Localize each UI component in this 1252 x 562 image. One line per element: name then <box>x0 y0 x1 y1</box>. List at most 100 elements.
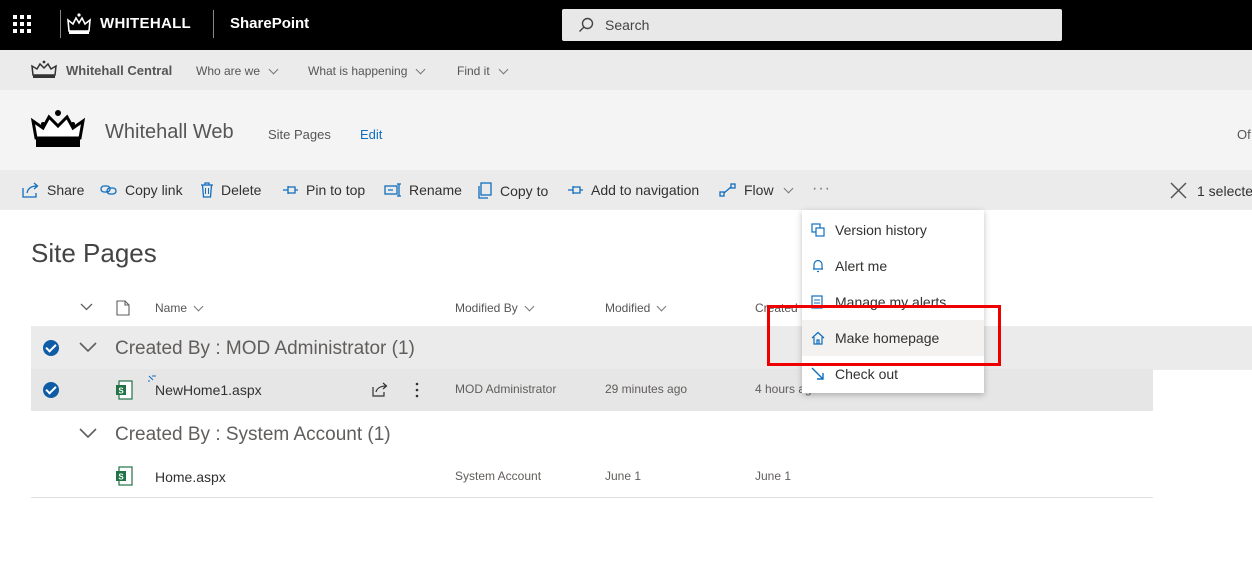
modified-date: 29 minutes ago <box>605 382 688 396</box>
menu-item-make-homepage[interactable]: Make homepage <box>802 320 984 356</box>
trash-icon <box>201 182 213 198</box>
close-icon[interactable] <box>1170 182 1187 199</box>
chevron-down-icon <box>268 64 279 74</box>
chevron-down-icon[interactable] <box>79 428 97 439</box>
crown-logo-icon <box>67 13 91 34</box>
selection-status[interactable]: 1 selected <box>1170 182 1252 199</box>
flow-button[interactable]: Flow <box>719 182 794 198</box>
file-type-icon[interactable] <box>116 300 130 316</box>
column-header-label: Created <box>755 301 798 315</box>
menu-item-label: Version history <box>835 222 927 238</box>
group-header-row[interactable]: Created By : MOD Administrator (1) <box>31 326 1252 370</box>
delete-button[interactable]: Delete <box>200 182 261 198</box>
divider <box>213 10 214 38</box>
hub-nav-find-it[interactable]: Find it <box>457 64 509 78</box>
menu-item-label: Manage my alerts <box>835 294 947 310</box>
hub-nav-label: Who are we <box>196 64 261 78</box>
hub-nav-what-is-happening[interactable]: What is happening <box>308 64 426 78</box>
copy-link-button[interactable]: Copy link <box>100 182 183 198</box>
divider <box>31 497 1153 498</box>
copy-to-label: Copy to <box>500 182 549 199</box>
chevron-down-icon[interactable] <box>79 342 97 353</box>
group-select-checkbox[interactable] <box>43 340 59 356</box>
more-options-button[interactable]: ··· <box>812 180 831 198</box>
chevron-down-icon <box>193 301 204 311</box>
delete-label: Delete <box>221 182 262 198</box>
hub-title[interactable]: Whitehall Central <box>66 63 172 78</box>
file-name[interactable]: Home.aspx <box>155 469 226 485</box>
modified-by[interactable]: MOD Administrator <box>455 382 556 396</box>
search-input[interactable] <box>605 15 1025 35</box>
menu-item-version-history[interactable]: Version history <box>802 212 984 248</box>
manage-alerts-icon <box>811 295 823 309</box>
group-header-row[interactable]: Created By : System Account (1) <box>31 412 1153 456</box>
column-header-name[interactable]: Name <box>155 301 204 315</box>
site-nav-site-pages[interactable]: Site Pages <box>268 127 331 142</box>
table-row[interactable]: S NewHome1.aspx MOD Administrator 29 min… <box>31 369 1153 411</box>
column-header-label: Modified By <box>455 301 518 315</box>
brand-name[interactable]: WHITEHALL <box>100 15 191 32</box>
share-label: Share <box>47 182 85 198</box>
crown-logo-icon[interactable] <box>30 60 58 80</box>
share-icon[interactable] <box>372 382 388 397</box>
share-button[interactable]: Share <box>22 182 84 198</box>
version-history-icon <box>811 223 825 237</box>
site-title[interactable]: Whitehall Web <box>105 121 234 144</box>
chevron-down-icon <box>783 183 794 193</box>
sharepoint-page-icon: S <box>116 380 133 400</box>
column-header-modified[interactable]: Modified <box>605 301 667 315</box>
menu-item-manage-my-alerts[interactable]: Manage my alerts <box>802 284 984 320</box>
row-select-checkbox[interactable] <box>43 382 59 398</box>
sharepoint-page-icon: S <box>116 466 133 486</box>
flow-label: Flow <box>744 182 774 198</box>
search-icon <box>579 17 594 32</box>
copy-link-label: Copy link <box>125 182 183 198</box>
pin-to-top-button[interactable]: Pin to top <box>282 182 365 198</box>
svg-text:S: S <box>118 473 124 482</box>
list-title: Site Pages <box>31 238 157 268</box>
column-header-label: Modified <box>605 301 651 315</box>
hub-nav-who-are-we[interactable]: Who are we <box>196 64 279 78</box>
group-title: Created By : System Account (1) <box>115 424 391 445</box>
rename-button[interactable]: Rename <box>384 182 462 198</box>
command-bar: Share Copy link Delete Pin to top Rename <box>0 170 1252 210</box>
table-row[interactable]: S Home.aspx System Account June 1 June 1 <box>31 455 1153 497</box>
file-name[interactable]: NewHome1.aspx <box>155 382 262 398</box>
add-to-navigation-button[interactable]: Add to navigation <box>567 182 699 198</box>
menu-item-label: Check out <box>835 366 899 382</box>
add-to-navigation-label: Add to navigation <box>591 182 700 198</box>
site-header-right-text[interactable]: Of <box>1237 127 1251 142</box>
chevron-down-icon <box>415 64 426 74</box>
selected-count: 1 selected <box>1197 182 1252 199</box>
search-box[interactable] <box>562 9 1062 41</box>
modified-by[interactable]: System Account <box>455 469 541 483</box>
column-header-modified-by[interactable]: Modified By <box>455 301 535 315</box>
column-header-label: Name <box>155 301 188 315</box>
group-title: Created By : MOD Administrator (1) <box>115 338 415 359</box>
divider <box>60 10 61 38</box>
flow-icon <box>719 183 736 197</box>
copy-icon <box>478 182 492 199</box>
site-header: Whitehall Web Site Pages Edit Of <box>0 90 1252 170</box>
created-date: June 1 <box>755 469 792 483</box>
app-name[interactable]: SharePoint <box>230 15 309 32</box>
copy-to-button[interactable]: Copy to <box>477 182 548 199</box>
collapse-all-chevron-icon[interactable] <box>80 303 93 311</box>
menu-item-alert-me[interactable]: Alert me <box>802 248 984 284</box>
menu-item-label: Alert me <box>835 258 888 274</box>
chevron-down-icon <box>498 64 509 74</box>
add-navigation-icon <box>568 186 583 194</box>
share-icon <box>22 182 39 198</box>
link-icon <box>100 185 117 195</box>
context-menu: Version history Alert me Manage my alert… <box>802 210 984 393</box>
column-header-created[interactable]: Created <box>755 301 798 315</box>
site-nav-edit[interactable]: Edit <box>360 127 382 142</box>
menu-item-check-out[interactable]: Check out <box>802 356 984 392</box>
pin-to-top-label: Pin to top <box>306 182 366 198</box>
more-actions-icon[interactable] <box>415 382 419 398</box>
hub-navigation: Whitehall Central Who are we What is hap… <box>0 50 1252 90</box>
rename-label: Rename <box>409 182 462 198</box>
app-launcher-icon[interactable] <box>13 15 31 33</box>
suite-bar: WHITEHALL SharePoint <box>0 0 1252 50</box>
site-logo-icon[interactable] <box>30 108 86 150</box>
